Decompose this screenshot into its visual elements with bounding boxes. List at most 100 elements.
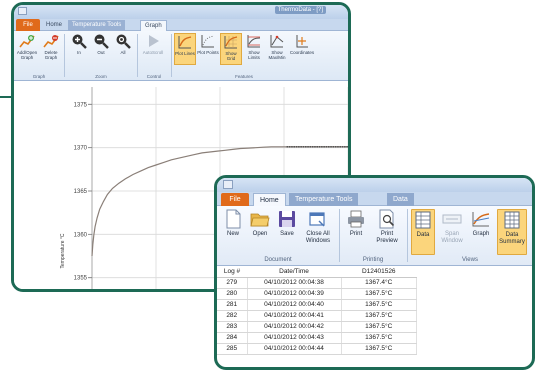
print-preview-icon	[379, 209, 395, 229]
log-number-cell: 284	[217, 332, 248, 344]
temperature-cell: 1367.4°C	[341, 277, 417, 289]
group-label-zoom: Zoom	[95, 74, 107, 79]
graph-ribbon: Add/Open Graph Delete Graph Graph In Out…	[14, 31, 348, 81]
group-label-document: Document	[264, 257, 292, 263]
tab-file[interactable]: File	[221, 193, 249, 206]
plot-points-toggle[interactable]: Plot Points	[197, 33, 219, 55]
plot-lines-toggle[interactable]: Plot Lines	[174, 33, 196, 65]
plot-lines-icon	[178, 36, 192, 49]
span-window-button[interactable]: Span Window	[437, 209, 467, 245]
log-number-cell: 279	[217, 277, 248, 289]
close-windows-icon	[309, 212, 325, 227]
play-icon	[149, 35, 159, 47]
temperature-cell: 1367.5°C	[341, 332, 417, 344]
datetime-cell: 04/10/2012 00:04:38	[247, 277, 342, 289]
group-separator	[339, 209, 340, 262]
show-grid-toggle[interactable]: Show Grid	[220, 33, 242, 65]
y-axis: 1375 1370 1365 1360 1355	[74, 87, 93, 289]
graph-view-button[interactable]: Graph	[469, 209, 493, 238]
group-label-graph: Graph	[32, 74, 46, 79]
datetime-cell: 04/10/2012 00:04:39	[247, 288, 342, 300]
column-header-sensor[interactable]: D12401526	[341, 266, 417, 278]
delete-graph-icon	[43, 35, 59, 48]
column-header-log[interactable]: Log #	[217, 266, 247, 278]
table-row[interactable]: 280 04/10/2012 00:04:39 1367.5°C	[217, 288, 417, 300]
close-all-windows-button[interactable]: Close All Windows	[301, 209, 335, 245]
autoscroll-button[interactable]: AutoScroll	[142, 33, 164, 55]
table-row[interactable]: 279 04/10/2012 00:04:38 1367.4°C	[217, 277, 417, 289]
show-max-min-icon	[270, 35, 284, 48]
datetime-cell: 04/10/2012 00:04:44	[247, 343, 342, 355]
log-number-cell: 282	[217, 310, 248, 322]
y-tick-label: 1375	[74, 102, 88, 108]
table-row[interactable]: 285 04/10/2012 00:04:44 1367.5°C	[217, 343, 417, 355]
tab-home[interactable]: Home	[253, 193, 286, 206]
group-separator	[64, 34, 65, 77]
table-row[interactable]: 283 04/10/2012 00:04:42 1367.5°C	[217, 321, 417, 333]
printer-icon	[348, 210, 364, 228]
temperature-cell: 1367.5°C	[341, 310, 417, 322]
tab-graph[interactable]: Graph	[140, 20, 167, 31]
group-separator	[137, 34, 138, 77]
save-button[interactable]: Save	[275, 209, 299, 238]
data-summary-toggle[interactable]: Data Summary	[497, 209, 527, 255]
print-button[interactable]: Print	[343, 209, 369, 238]
tab-data[interactable]: Data	[387, 193, 414, 206]
temperature-cell: 1367.5°C	[341, 343, 417, 355]
temperature-cell: 1367.5°C	[341, 288, 417, 300]
new-button[interactable]: New	[221, 209, 245, 238]
log-number-cell: 285	[217, 343, 248, 355]
delete-graph-button[interactable]: Delete Graph	[40, 33, 62, 60]
open-button[interactable]: Open	[247, 209, 273, 238]
tab-temperature-tools[interactable]: Temperature Tools	[68, 20, 126, 31]
save-disk-icon	[279, 211, 295, 227]
show-limits-icon	[247, 35, 261, 48]
group-label-control: Control	[146, 74, 162, 79]
datetime-cell: 04/10/2012 00:04:40	[247, 299, 342, 311]
y-tick-label: 1365	[74, 189, 88, 195]
datetime-cell: 04/10/2012 00:04:41	[247, 310, 342, 322]
show-max-min-toggle[interactable]: Show Max/Min	[266, 33, 288, 60]
tab-temperature-tools[interactable]: Temperature Tools	[289, 193, 359, 206]
add-open-graph-button[interactable]: Add/Open Graph	[16, 33, 38, 60]
add-graph-icon	[19, 35, 35, 48]
column-header-datetime[interactable]: Date/Time	[247, 266, 341, 278]
group-label-printing: Printing	[362, 257, 384, 263]
app-icon	[18, 7, 27, 15]
temperature-cell: 1367.5°C	[341, 299, 417, 311]
data-view-toggle[interactable]: Data	[411, 209, 435, 255]
log-number-cell: 280	[217, 288, 248, 300]
log-number-cell: 281	[217, 299, 248, 311]
home-ribbon: New Open Save Close All Windows Document…	[217, 206, 532, 266]
screenshot-stage: ThermoData - [?] File Home Temperature T…	[0, 0, 540, 374]
log-number-cell: 283	[217, 321, 248, 333]
print-preview-button[interactable]: Print Preview	[371, 209, 403, 245]
title-bar	[217, 178, 532, 192]
table-header-row: Log # Date/Time D12401526	[217, 266, 417, 278]
zoom-in-button[interactable]: In	[68, 33, 90, 55]
show-grid-icon	[224, 36, 238, 49]
zoom-out-button[interactable]: Out	[90, 33, 112, 55]
temperature-cell: 1367.5°C	[341, 321, 417, 333]
datetime-cell: 04/10/2012 00:04:42	[247, 321, 342, 333]
coordinates-icon	[296, 35, 308, 48]
tab-home[interactable]: Home	[42, 20, 66, 31]
y-tick-label: 1370	[74, 146, 88, 152]
open-folder-icon	[250, 213, 270, 227]
table-row[interactable]: 284 04/10/2012 00:04:43 1367.5°C	[217, 332, 417, 344]
span-window-icon	[442, 214, 462, 224]
ribbon-tabs: File Home Temperature Tools Graph	[14, 19, 348, 31]
table-row[interactable]: 282 04/10/2012 00:04:41 1367.5°C	[217, 310, 417, 322]
zoom-out-icon	[94, 34, 109, 49]
coordinates-toggle[interactable]: Coordinates	[289, 33, 315, 55]
data-summary-icon	[504, 211, 520, 229]
window-title: ThermoData - [?]	[274, 6, 326, 14]
tab-file[interactable]: File	[16, 19, 40, 31]
data-grid-icon	[415, 211, 431, 229]
table-row[interactable]: 281 04/10/2012 00:04:40 1367.5°C	[217, 299, 417, 311]
show-limits-toggle[interactable]: Show Limits	[243, 33, 265, 60]
zoom-in-icon	[72, 34, 87, 49]
group-label-features: Features	[235, 74, 253, 79]
zoom-all-button[interactable]: All	[112, 33, 134, 55]
new-document-icon	[226, 209, 241, 229]
